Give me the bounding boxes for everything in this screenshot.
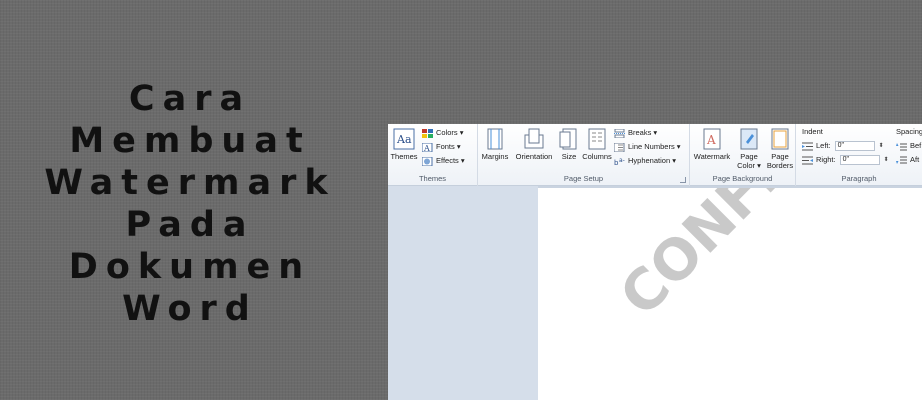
headline-line-2: Watermark [44,163,336,203]
page-setup-launcher-icon[interactable] [680,177,686,183]
navigation-pane [388,186,538,400]
themes-group: Aa Themes Colors ▾ A Fonts ▾ Effects ▾ T… [388,124,478,186]
headline-line-1: Cara Membuat [69,79,311,161]
themes-group-label: Themes [418,174,447,183]
colors-icon [422,128,433,138]
fonts-button[interactable]: A Fonts ▾ [422,142,461,152]
indent-left-label: Left: [816,141,831,150]
indent-left-icon [802,142,813,150]
page-borders-button[interactable]: Page Borders [766,128,794,170]
effects-icon [422,156,433,166]
fonts-label: Fonts ▾ [436,142,461,151]
spacing-before-icon [896,142,907,150]
indent-left-row: Left: 0" ⬍ [802,141,884,151]
page-color-icon [740,128,758,150]
colors-label: Colors ▾ [436,128,464,137]
hyphenation-button[interactable]: b a- Hyphenation ▾ [614,156,676,166]
spacing-heading: Spacing [896,127,922,136]
themes-label: Themes [390,152,418,161]
watermark-text: CONFIDENTIAL [608,188,922,329]
breaks-button[interactable]: Breaks ▾ [614,128,657,138]
line-numbers-button[interactable]: Line Numbers ▾ [614,142,681,152]
spacing-after-label: Aft [910,155,920,164]
colors-button[interactable]: Colors ▾ [422,128,464,138]
themes-icon: Aa [393,128,415,150]
document-page[interactable]: CONFIDENTIAL [538,188,922,400]
svg-text:A: A [706,133,716,147]
indent-heading: Indent [802,127,823,136]
headline-line-3: Pada Dokumen [68,205,312,287]
indent-right-spinner-icon[interactable]: ⬍ [884,155,889,165]
headline: Cara Membuat Watermark Pada Dokumen Word [10,78,370,330]
indent-right-label: Right: [816,155,836,164]
page-background-group: A Watermark Page Color ▾ Page Borders Pa… [690,124,796,186]
spacing-before-label: Bef [910,141,922,150]
orientation-label: Orientation [515,152,553,161]
columns-icon [588,128,606,150]
orientation-icon [524,128,544,149]
spacing-after-row[interactable]: Aft [896,155,919,165]
svg-text:Aa: Aa [396,133,412,146]
indent-right-row: Right: 0" ⬍ [802,155,889,165]
watermark-icon: A [703,128,721,150]
margins-icon [487,128,503,150]
indent-right-input[interactable]: 0" [839,155,880,165]
page-background-group-label: Page Background [712,174,773,183]
breaks-label: Breaks ▾ [628,128,658,137]
line-numbers-label: Line Numbers ▾ [628,142,681,151]
spacing-after-icon [896,156,907,164]
themes-button[interactable]: Aa Themes [390,128,418,161]
columns-button[interactable]: Columns [582,128,612,161]
margins-label: Margins [481,152,509,161]
hyphenation-label: Hyphenation ▾ [628,156,676,165]
svg-text:a-: a- [619,157,625,164]
paragraph-group-label: Paragraph [841,174,877,183]
hyphenation-icon: b a- [614,157,625,166]
watermark-label: Watermark [693,152,731,161]
word-window: Aa Themes Colors ▾ A Fonts ▾ Effects ▾ T… [388,124,922,400]
indent-right-icon [802,156,813,164]
ribbon: Aa Themes Colors ▾ A Fonts ▾ Effects ▾ T… [388,124,922,186]
margins-button[interactable]: Margins [480,128,510,161]
size-label: Size [561,152,577,161]
line-numbers-icon [614,142,625,152]
size-icon [559,128,577,150]
orientation-button[interactable]: Orientation [512,128,556,161]
indent-left-spinner-icon[interactable]: ⬍ [879,141,884,151]
breaks-icon [614,128,625,138]
indent-left-input[interactable]: 0" [834,141,875,151]
page-borders-label: Page Borders [766,152,794,170]
size-button[interactable]: Size [558,128,580,161]
watermark-button[interactable]: A Watermark [692,128,732,161]
columns-label: Columns [582,152,612,161]
page-setup-group: Margins Orientation Size Columns Breaks … [478,124,690,186]
page-setup-group-label: Page Setup [563,174,604,183]
spacing-before-row[interactable]: Bef [896,141,921,151]
headline-line-4: Word [122,289,258,329]
svg-text:A: A [423,144,430,152]
page-color-label: Page Color ▾ [737,152,761,170]
page-borders-icon [771,128,789,150]
page-color-button[interactable]: Page Color ▾ [734,128,764,170]
effects-label: Effects ▾ [436,156,465,165]
fonts-icon: A [422,142,433,152]
effects-button[interactable]: Effects ▾ [422,156,465,166]
paragraph-group: Indent Left: 0" ⬍ Right: 0" ⬍ Spacing Be… [796,124,922,186]
